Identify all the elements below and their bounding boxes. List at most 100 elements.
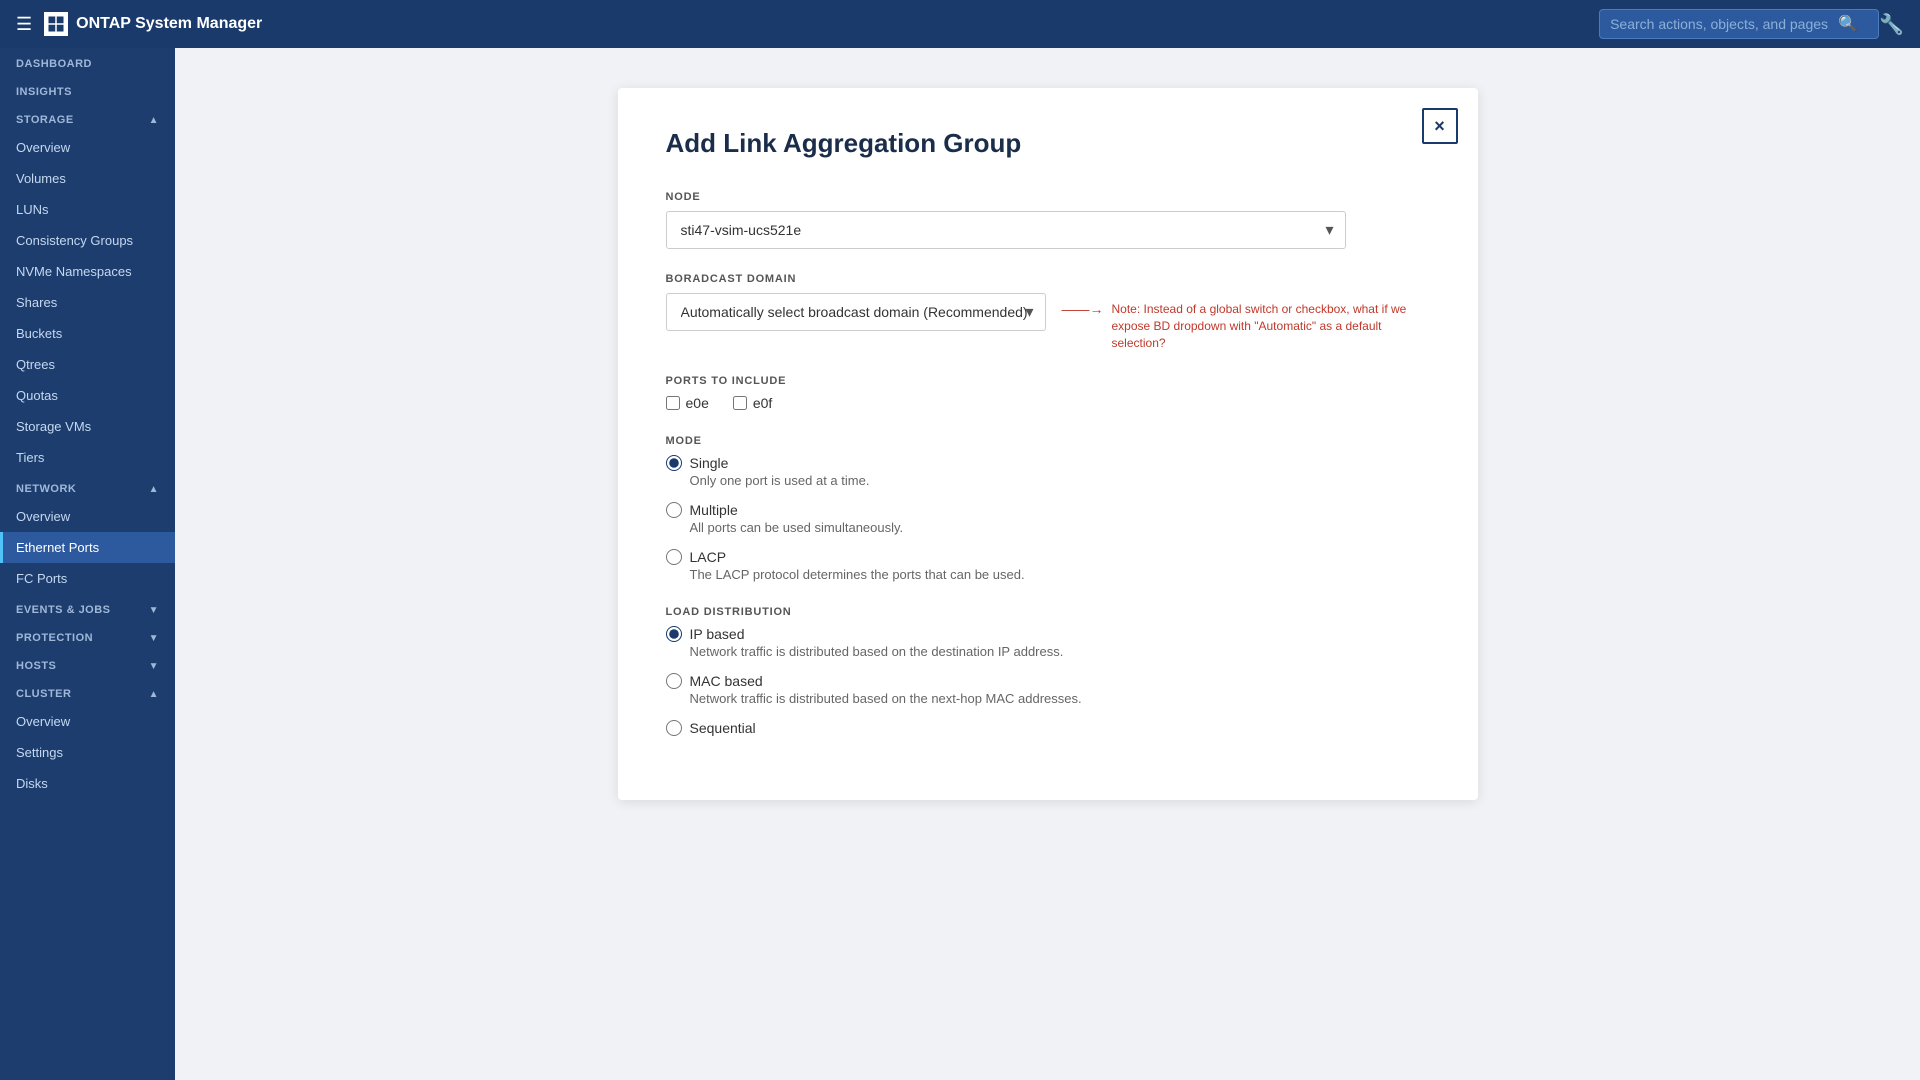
storage-chevron-icon: ▲ xyxy=(149,115,159,126)
load-dist-radio-group: IP based Network traffic is distributed … xyxy=(666,626,1430,736)
storage-items: Overview Volumes LUNs Consistency Groups… xyxy=(0,132,175,473)
search-icon: 🔍 xyxy=(1838,14,1858,34)
sidebar: DASHBOARD INSIGHTS STORAGE ▲ Overview Vo… xyxy=(0,48,175,1080)
protection-label: PROTECTION xyxy=(16,632,93,644)
close-button[interactable]: × xyxy=(1422,108,1458,144)
sidebar-item-quotas[interactable]: Quotas xyxy=(0,380,175,411)
network-label: NETWORK xyxy=(16,483,76,495)
mode-single-item: Single Only one port is used at a time. xyxy=(666,455,1430,488)
main-content: × Add Link Aggregation Group NODE sti47-… xyxy=(175,48,1920,1080)
node-select[interactable]: sti47-vsim-ucs521e xyxy=(666,211,1346,249)
sidebar-item-storage-vms[interactable]: Storage VMs xyxy=(0,411,175,442)
port-e0e-item[interactable]: e0e xyxy=(666,395,709,411)
broadcast-domain-note-text: Note: Instead of a global switch or chec… xyxy=(1112,301,1430,351)
mode-single-label[interactable]: Single xyxy=(666,455,1430,471)
hosts-label: HOSTS xyxy=(16,660,56,672)
mode-radio-group: Single Only one port is used at a time. … xyxy=(666,455,1430,582)
load-dist-field-group: LOAD DISTRIBUTION IP based Network traff… xyxy=(666,606,1430,736)
mode-lacp-item: LACP The LACP protocol determines the po… xyxy=(666,549,1430,582)
top-navigation: ☰ ONTAP System Manager 🔍 🔧 xyxy=(0,0,1920,48)
cluster-items: Overview Settings Disks xyxy=(0,706,175,799)
sidebar-item-fc-ports[interactable]: FC Ports xyxy=(0,563,175,594)
mode-multiple-desc: All ports can be used simultaneously. xyxy=(690,520,1430,535)
mode-single-text: Single xyxy=(690,455,729,471)
sidebar-item-buckets[interactable]: Buckets xyxy=(0,318,175,349)
sidebar-item-disks[interactable]: Disks xyxy=(0,768,175,799)
mode-field-group: MODE Single Only one port is used at a t… xyxy=(666,435,1430,582)
load-ip-radio[interactable] xyxy=(666,626,682,642)
mode-lacp-desc: The LACP protocol determines the ports t… xyxy=(690,567,1430,582)
sidebar-item-nvme-namespaces[interactable]: NVMe Namespaces xyxy=(0,256,175,287)
load-dist-label: LOAD DISTRIBUTION xyxy=(666,606,1430,618)
port-e0f-checkbox[interactable] xyxy=(733,396,747,410)
dashboard-label: DASHBOARD xyxy=(16,58,92,70)
mode-lacp-text: LACP xyxy=(690,549,727,565)
sidebar-section-events-jobs[interactable]: EVENTS & JOBS ▼ xyxy=(0,594,175,622)
cluster-label: CLUSTER xyxy=(16,688,71,700)
broadcast-domain-field-group: BORADCAST DOMAIN Automatically select br… xyxy=(666,273,1430,351)
settings-icon[interactable]: 🔧 xyxy=(1879,12,1904,37)
mode-single-radio[interactable] xyxy=(666,455,682,471)
load-sequential-text: Sequential xyxy=(690,720,756,736)
node-select-wrapper: sti47-vsim-ucs521e xyxy=(666,211,1346,249)
load-mac-item: MAC based Network traffic is distributed… xyxy=(666,673,1430,706)
dialog-title: Add Link Aggregation Group xyxy=(666,128,1430,159)
sidebar-item-luns[interactable]: LUNs xyxy=(0,194,175,225)
sidebar-section-cluster[interactable]: CLUSTER ▲ xyxy=(0,678,175,706)
sidebar-item-consistency-groups[interactable]: Consistency Groups xyxy=(0,225,175,256)
load-sequential-label[interactable]: Sequential xyxy=(666,720,1430,736)
port-e0e-checkbox[interactable] xyxy=(666,396,680,410)
broadcast-domain-row: Automatically select broadcast domain (R… xyxy=(666,293,1430,351)
sidebar-item-overview[interactable]: Overview xyxy=(0,132,175,163)
mode-lacp-label[interactable]: LACP xyxy=(666,549,1430,565)
sidebar-item-tiers[interactable]: Tiers xyxy=(0,442,175,473)
sidebar-section-dashboard[interactable]: DASHBOARD xyxy=(0,48,175,76)
mode-multiple-radio[interactable] xyxy=(666,502,682,518)
sidebar-section-insights[interactable]: INSIGHTS xyxy=(0,76,175,104)
events-jobs-chevron-icon: ▼ xyxy=(149,605,159,616)
storage-label: STORAGE xyxy=(16,114,74,126)
mode-lacp-radio[interactable] xyxy=(666,549,682,565)
load-mac-radio[interactable] xyxy=(666,673,682,689)
sidebar-item-volumes[interactable]: Volumes xyxy=(0,163,175,194)
mode-multiple-label[interactable]: Multiple xyxy=(666,502,1430,518)
broadcast-domain-label: BORADCAST DOMAIN xyxy=(666,273,1430,285)
network-chevron-icon: ▲ xyxy=(149,484,159,495)
mode-label: MODE xyxy=(666,435,1430,447)
port-e0e-label: e0e xyxy=(686,395,709,411)
load-ip-item: IP based Network traffic is distributed … xyxy=(666,626,1430,659)
sidebar-item-net-overview[interactable]: Overview xyxy=(0,501,175,532)
port-e0f-item[interactable]: e0f xyxy=(733,395,772,411)
load-ip-label[interactable]: IP based xyxy=(666,626,1430,642)
load-mac-text: MAC based xyxy=(690,673,763,689)
sidebar-section-hosts[interactable]: HOSTS ▼ xyxy=(0,650,175,678)
cluster-chevron-icon: ▲ xyxy=(149,689,159,700)
sidebar-item-settings[interactable]: Settings xyxy=(0,737,175,768)
port-e0f-label: e0f xyxy=(753,395,772,411)
load-mac-label[interactable]: MAC based xyxy=(666,673,1430,689)
sidebar-section-storage[interactable]: STORAGE ▲ xyxy=(0,104,175,132)
sidebar-item-ethernet-ports[interactable]: Ethernet Ports xyxy=(0,532,175,563)
sidebar-section-network[interactable]: NETWORK ▲ xyxy=(0,473,175,501)
sidebar-section-protection[interactable]: PROTECTION ▼ xyxy=(0,622,175,650)
search-bar[interactable]: 🔍 xyxy=(1599,9,1879,39)
hamburger-menu-icon[interactable]: ☰ xyxy=(16,14,32,35)
logo-icon xyxy=(44,12,68,36)
load-ip-desc: Network traffic is distributed based on … xyxy=(690,644,1430,659)
load-ip-text: IP based xyxy=(690,626,745,642)
hosts-chevron-icon: ▼ xyxy=(149,661,159,672)
mode-multiple-text: Multiple xyxy=(690,502,738,518)
insights-label: INSIGHTS xyxy=(16,86,72,98)
ports-label: PORTS TO INCLUDE xyxy=(666,375,1430,387)
app-name-label: ONTAP System Manager xyxy=(76,15,262,33)
broadcast-domain-select-wrapper: Automatically select broadcast domain (R… xyxy=(666,293,1046,331)
events-jobs-label: EVENTS & JOBS xyxy=(16,604,111,616)
sidebar-item-cluster-overview[interactable]: Overview xyxy=(0,706,175,737)
broadcast-domain-select[interactable]: Automatically select broadcast domain (R… xyxy=(666,293,1046,331)
load-sequential-radio[interactable] xyxy=(666,720,682,736)
ports-row: e0e e0f xyxy=(666,395,1430,411)
sidebar-item-qtrees[interactable]: Qtrees xyxy=(0,349,175,380)
load-mac-desc: Network traffic is distributed based on … xyxy=(690,691,1430,706)
search-input[interactable] xyxy=(1610,16,1830,32)
sidebar-item-shares[interactable]: Shares xyxy=(0,287,175,318)
